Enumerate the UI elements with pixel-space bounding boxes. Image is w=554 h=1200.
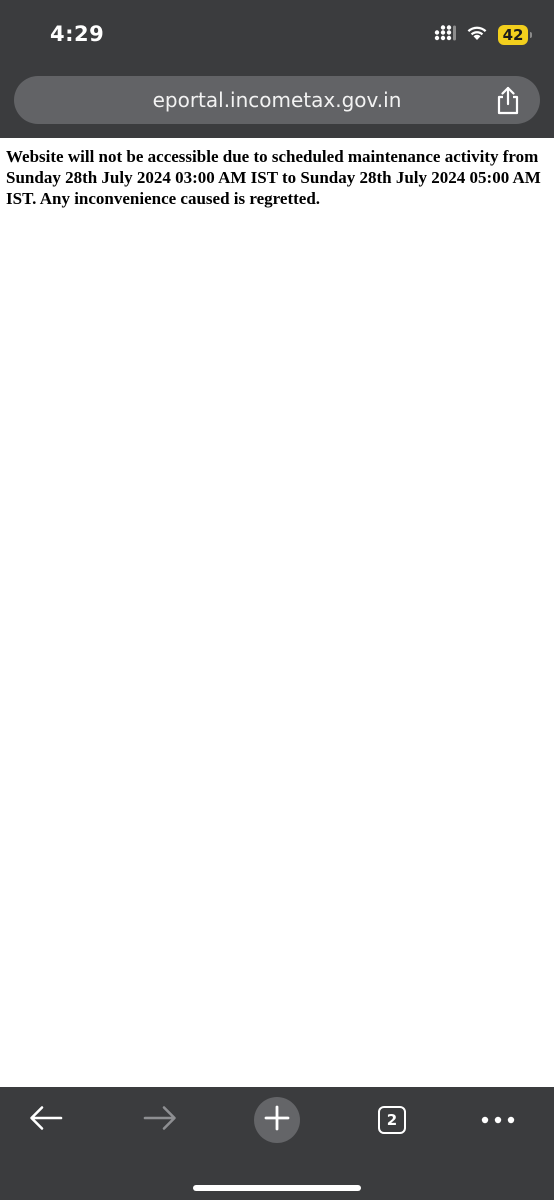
- more-dots-icon: [481, 1111, 515, 1129]
- forward-button[interactable]: [134, 1097, 186, 1143]
- wifi-icon: [466, 25, 488, 46]
- status-bar: 4:29 42: [0, 0, 554, 70]
- share-icon[interactable]: [494, 86, 522, 116]
- tabs-button[interactable]: 2: [366, 1097, 418, 1143]
- url-text[interactable]: eportal.incometax.gov.in: [14, 88, 540, 112]
- new-tab-button[interactable]: [251, 1097, 303, 1143]
- maintenance-message: Website will not be accessible due to sc…: [6, 147, 541, 208]
- address-bar[interactable]: eportal.incometax.gov.in: [14, 76, 540, 124]
- status-time: 4:29: [50, 22, 105, 46]
- home-indicator[interactable]: [193, 1185, 361, 1191]
- new-tab-circle: [254, 1097, 300, 1143]
- back-button[interactable]: [20, 1097, 72, 1143]
- bottom-toolbar: 2: [0, 1087, 554, 1200]
- tab-count-badge: 2: [378, 1106, 406, 1134]
- signal-icon: [434, 24, 456, 46]
- battery-icon: 42: [498, 25, 532, 45]
- status-icons: 42: [434, 24, 532, 46]
- menu-button[interactable]: [472, 1097, 524, 1143]
- back-arrow-icon: [29, 1105, 63, 1136]
- forward-arrow-icon: [143, 1105, 177, 1136]
- plus-icon: [264, 1105, 290, 1136]
- page-content: Website will not be accessible due to sc…: [6, 146, 546, 209]
- address-area: eportal.incometax.gov.in: [0, 70, 554, 138]
